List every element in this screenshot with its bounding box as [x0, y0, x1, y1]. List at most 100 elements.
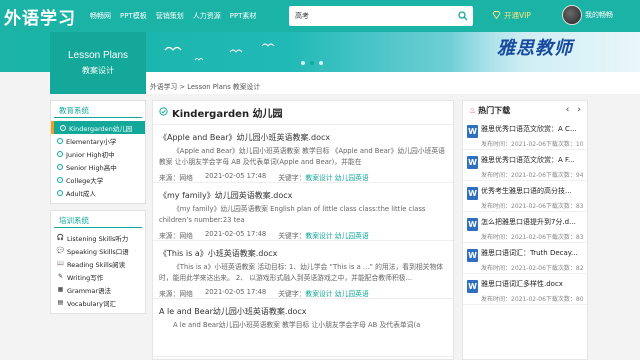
sidebar-item-reading[interactable]: 📖 Reading Skills阅读 [51, 257, 145, 270]
hot-download-item[interactable]: W 雅思口语词汇多样性.docx 发布时间：2021-02-06 下载次数：80 [463, 274, 587, 305]
list-header: Kindergarden 幼儿园 [153, 101, 453, 125]
source-value: 网络 [179, 290, 193, 298]
search-input[interactable]: 高考 [295, 11, 453, 21]
download-count-label: 下载次数： [545, 265, 576, 272]
document-title-link[interactable]: A le and Bear幼儿园小班英语教案.docx [159, 306, 447, 317]
nav-item[interactable]: 畅畅网 [90, 11, 111, 21]
word-doc-icon: W [467, 280, 478, 293]
document-description: 《Apple and Bear》幼儿园小班英语教案 教学目标 《Apple an… [159, 147, 445, 166]
keyword-tags[interactable]: 教案设计 幼儿园英语 [305, 232, 368, 240]
sidebar-item-senior-high[interactable]: › Senior High高中 [51, 160, 145, 173]
keyword-label: 关键字： [278, 174, 306, 182]
carousel-dots[interactable] [301, 61, 323, 65]
download-count-label: 下载次数： [545, 296, 576, 303]
hot-download-item[interactable]: W 雅思口语词汇：Truth Decay... 发布时间：2021-02-06 下… [463, 243, 587, 274]
category-title: Lesson Plans [67, 50, 129, 61]
document-description: A le and Bear幼儿园小班英语教案 教学目标 让小朋友学会字母 AB … [173, 321, 421, 329]
download-count: 83 [575, 203, 583, 210]
sidebar-item-label: Vocabulary词汇 [67, 299, 117, 308]
chevron-right-icon: › [57, 137, 63, 144]
document-list: Kindergarden 幼儿园 《Apple and Bear》幼儿园小班英语… [152, 100, 454, 360]
hot-download-item[interactable]: W 雅思优秀口语范文欣赏：A F... 发布时间：2021-02-06 下载次数：… [463, 150, 587, 181]
sidebar-item-junior-high[interactable]: › Junior High初中 [51, 147, 145, 160]
hot-download-item[interactable]: W 优秀考生雅思口语的高分技... 发布时间：2021-02-06 下载次数：83 [463, 181, 587, 212]
top-nav: 畅畅网 PPT模板 营销策划 人力资源 PPT素材 [90, 11, 256, 21]
headphones-icon: 🎧 [56, 234, 65, 241]
category-subtitle: 教案设计 [82, 66, 114, 75]
sidebar-item-vocabulary[interactable]: ▤ Vocabulary词汇 [51, 296, 145, 309]
hot-download-title[interactable]: 优秀考生雅思口语的高分技... [481, 186, 583, 196]
nav-item[interactable]: 营销策划 [156, 11, 184, 21]
chevron-right-icon: › [60, 124, 66, 131]
list-title: Kindergarden 幼儿园 [172, 109, 283, 120]
sidebar-item-label: Junior High初中 [66, 150, 115, 159]
publish-date: 2021-02-06 [511, 141, 546, 148]
chevron-left-icon[interactable]: ‹ [566, 105, 570, 115]
hot-download-title[interactable]: 怎么把雅思口语提升到7分.d... [481, 217, 583, 227]
sidebar-item-college[interactable]: › College大学 [51, 173, 145, 186]
carousel-dot-active[interactable] [310, 61, 314, 65]
date-label: 发布时间： [481, 172, 512, 179]
hot-download-title[interactable]: 雅思口语词汇多样性.docx [481, 279, 583, 289]
source-label: 来源： [159, 174, 180, 182]
document-description: 《my family》幼儿园英语教案 English plan of littl… [159, 205, 426, 224]
sidebar: 教育系统 › Kindergarden幼儿园 › Elementary小学 › Jun… [50, 100, 146, 320]
sidebar-item-speaking[interactable]: 💬 Speaking Skills口语 [51, 244, 145, 257]
sidebar-item-label: Kindergarden幼儿园 [69, 124, 133, 133]
user-name[interactable]: 我的畅畅 [585, 10, 613, 20]
vocabulary-icon: ▤ [57, 299, 64, 306]
chevron-right-icon[interactable]: › [577, 105, 581, 115]
banner-slogan: 雅思教师 [497, 38, 573, 59]
carousel-dot[interactable] [301, 61, 305, 65]
sidebar-item-label: Adult成人 [66, 189, 96, 198]
publish-date: 2021-02-05 17:48 [204, 230, 267, 238]
nav-item[interactable]: PPT素材 [230, 11, 257, 21]
sidebar-item-listening[interactable]: 🎧 Listening Skills听力 [51, 231, 145, 244]
list-item: 《Apple and Bear》幼儿园小班英语教案.docx 《Apple an… [153, 125, 453, 183]
keyword-tags[interactable]: 教案设计 幼儿园英语 [305, 290, 368, 298]
date-label: 发布时间： [481, 296, 512, 303]
sidebar-item-adult[interactable]: › Adult成人 [51, 186, 145, 199]
search-box[interactable]: 高考 [289, 6, 473, 26]
document-title-link[interactable]: 《my family》幼儿园英语教案.docx [159, 190, 447, 201]
document-title-link[interactable]: 《This is a》小班英语教案.docx [159, 248, 447, 259]
search-icon[interactable] [453, 6, 473, 26]
keyword-label: 关键字： [278, 290, 306, 298]
nav-item[interactable]: PPT模板 [120, 11, 147, 21]
avatar[interactable] [562, 5, 582, 25]
hot-download-item[interactable]: W 雅思优秀口语范文欣赏：A C... 发布时间：2021-02-06 下载次数：… [463, 119, 587, 150]
sidebar-item-kindergarden[interactable]: › Kindergarden幼儿园 [51, 121, 145, 134]
hot-download-title[interactable]: 雅思优秀口语范文欣赏：A F... [481, 155, 583, 165]
keyword-tags[interactable]: 教案设计 幼儿园英语 [305, 174, 368, 182]
word-doc-icon: W [467, 187, 478, 200]
site-logo[interactable]: 外语学习 [0, 0, 90, 32]
document-title-link[interactable]: 《Apple and Bear》幼儿园小班英语教案.docx [159, 132, 447, 143]
list-item: A le and Bear幼儿园小班英语教案.docx A le and Bea… [153, 299, 453, 357]
vip-link[interactable]: 开通VIP [492, 10, 531, 21]
chevron-right-icon: › [57, 189, 63, 196]
sidebar-item-writing[interactable]: ✎ Writing写作 [51, 270, 145, 283]
source-value: 网络 [179, 232, 193, 240]
user-menu[interactable]: 我的畅畅 [562, 5, 613, 25]
circle-check-icon [159, 107, 168, 118]
grammar-icon: ▦ [57, 286, 64, 293]
hot-download-item[interactable]: W 怎么把雅思口语提升到7分.d... 发布时间：2021-02-06 下载次数：… [463, 212, 587, 243]
download-count: 107 [575, 141, 583, 148]
document-meta: 来源：网络 2021-02-05 17:48 关键字：教案设计 幼儿园英语 [159, 230, 447, 240]
date-label: 发布时间： [481, 203, 512, 210]
hot-download-title[interactable]: 雅思优秀口语范文欣赏：A C... [481, 124, 583, 134]
carousel-dot[interactable] [319, 61, 323, 65]
publish-date: 2021-02-06 [511, 265, 546, 272]
sidebar-item-grammar[interactable]: ▦ Grammar语法 [51, 283, 145, 296]
vip-label: 开通VIP [504, 11, 531, 20]
hot-download-title[interactable]: 雅思口语词汇：Truth Decay... [481, 248, 583, 258]
sidebar-item-elementary[interactable]: › Elementary小学 [51, 134, 145, 147]
nav-item[interactable]: 人力资源 [193, 11, 221, 21]
hot-downloads-title: 热门下载 [478, 105, 511, 115]
breadcrumb[interactable]: 外语学习 > Lesson Plans 教案设计 [150, 81, 260, 91]
download-count: 82 [575, 265, 583, 272]
sidebar-item-label: Senior High高中 [66, 163, 117, 172]
publish-date: 2021-02-06 [511, 296, 546, 303]
download-count: 80 [575, 296, 583, 303]
download-count-label: 下载次数： [545, 234, 576, 241]
